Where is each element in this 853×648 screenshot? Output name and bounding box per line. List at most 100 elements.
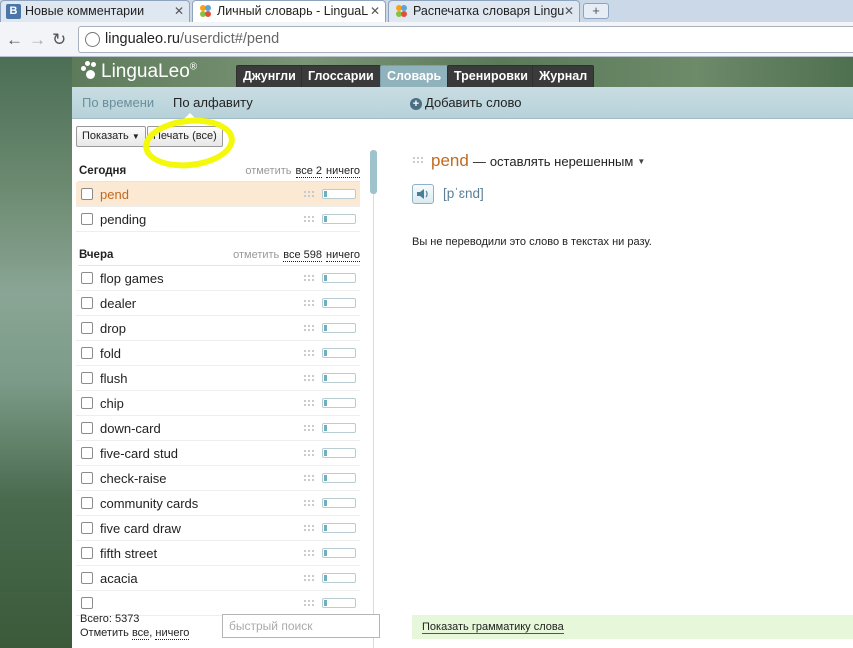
- show-dropdown-button[interactable]: Показать ▼: [76, 126, 146, 147]
- word-checkbox[interactable]: [81, 213, 93, 225]
- close-icon[interactable]: ✕: [174, 4, 184, 18]
- address-bar[interactable]: lingualeo.ru/userdict#/pend: [78, 26, 853, 53]
- word-row[interactable]: check-raise: [76, 466, 360, 491]
- word-label[interactable]: fifth street: [100, 546, 157, 561]
- word-checkbox[interactable]: [81, 397, 93, 409]
- word-label[interactable]: pending: [100, 212, 146, 227]
- total-count: Всего: 5373: [80, 613, 140, 625]
- progress-dots-icon: [303, 449, 315, 457]
- browser-tab-dictionary[interactable]: Личный словарь - LinguaL ✕: [192, 0, 386, 22]
- word-checkbox[interactable]: [81, 188, 93, 200]
- word-row[interactable]: chip: [76, 391, 360, 416]
- word-checkbox[interactable]: [81, 597, 93, 609]
- word-checkbox[interactable]: [81, 472, 93, 484]
- browser-tab-vk[interactable]: В Новые комментарии ✕: [0, 0, 190, 22]
- mark-all-link[interactable]: все 2: [295, 165, 323, 178]
- word-label[interactable]: chip: [100, 396, 124, 411]
- word-checkbox[interactable]: [81, 447, 93, 459]
- group-mark-controls: отметить все 2 ничего: [245, 165, 360, 178]
- progress-dots-icon: [303, 349, 315, 357]
- transcription: [pˈɛnd]: [443, 186, 484, 201]
- scrollbar-thumb[interactable]: [370, 150, 377, 194]
- mark-none-link[interactable]: ничего: [326, 165, 360, 178]
- back-arrow-icon[interactable]: ←: [6, 30, 23, 50]
- word-label[interactable]: drop: [100, 321, 126, 336]
- caret-down-icon[interactable]: ▼: [637, 157, 645, 166]
- progress-dots-icon: [412, 156, 425, 164]
- list-scrollbar[interactable]: [370, 150, 378, 648]
- word-label[interactable]: flop games: [100, 271, 164, 286]
- active-tab-pointer: [184, 113, 196, 119]
- word-row[interactable]: flush: [76, 366, 360, 391]
- word-label[interactable]: five-card stud: [100, 446, 178, 461]
- word-checkbox[interactable]: [81, 547, 93, 559]
- add-word-link[interactable]: + Добавить слово: [410, 95, 522, 110]
- word-label[interactable]: five card draw: [100, 521, 181, 536]
- show-grammar-link[interactable]: Показать грамматику слова: [422, 621, 564, 634]
- quick-search-input[interactable]: [222, 614, 380, 638]
- word-row[interactable]: five card draw: [76, 516, 360, 541]
- word-row[interactable]: community cards: [76, 491, 360, 516]
- new-tab-button[interactable]: +: [583, 3, 609, 19]
- lingualeo-icon: [394, 4, 409, 19]
- word-row[interactable]: five-card stud: [76, 441, 360, 466]
- mark-none-link[interactable]: ничего: [326, 249, 360, 262]
- mark-none-footer-link[interactable]: ничего: [155, 627, 190, 640]
- globe-icon: [85, 32, 100, 47]
- word-checkbox[interactable]: [81, 572, 93, 584]
- paw-icon: [80, 61, 98, 79]
- progress-dots-icon: [303, 499, 315, 507]
- word-row[interactable]: fifth street: [76, 541, 360, 566]
- word-label[interactable]: flush: [100, 371, 127, 386]
- word-row[interactable]: flop games: [76, 266, 360, 291]
- sort-by-alphabet-tab[interactable]: По алфавиту: [173, 95, 253, 110]
- plus-circle-icon: +: [410, 98, 422, 110]
- vk-icon: В: [6, 4, 21, 19]
- word-row[interactable]: drop: [76, 316, 360, 341]
- translation-dropdown[interactable]: оставлять нерешенным: [490, 154, 634, 169]
- word-header: pend — оставлять нерешенным ▼: [412, 151, 645, 171]
- print-all-button[interactable]: Печать (все): [147, 126, 223, 147]
- nav-tab-glossaries[interactable]: Глоссарии: [301, 65, 381, 87]
- nav-tab-journal[interactable]: Журнал: [532, 65, 595, 87]
- word-row[interactable]: dealer: [76, 291, 360, 316]
- word-label[interactable]: acacia: [100, 571, 138, 586]
- learning-progress-bar: [322, 473, 356, 483]
- speaker-icon[interactable]: [412, 184, 434, 204]
- browser-tab-title: Распечатка словаря Lingu: [413, 4, 565, 18]
- nav-tab-trainings[interactable]: Тренировки: [447, 65, 535, 87]
- word-label[interactable]: pend: [100, 187, 129, 202]
- word-checkbox[interactable]: [81, 372, 93, 384]
- sort-by-time-tab[interactable]: По времени: [82, 95, 154, 110]
- word-label[interactable]: check-raise: [100, 471, 166, 486]
- nav-tab-dictionary[interactable]: Словарь: [380, 65, 449, 87]
- word-label[interactable]: dealer: [100, 296, 136, 311]
- forward-arrow-icon[interactable]: →: [29, 30, 46, 50]
- word-checkbox[interactable]: [81, 322, 93, 334]
- word-row[interactable]: pending: [76, 207, 360, 232]
- learning-progress-bar: [322, 214, 356, 224]
- word-row[interactable]: pend: [76, 182, 360, 207]
- subnav-bar: По времени По алфавиту + Добавить слово: [72, 87, 853, 119]
- word-row[interactable]: down-card: [76, 416, 360, 441]
- word-label[interactable]: community cards: [100, 496, 198, 511]
- close-icon[interactable]: ✕: [564, 4, 574, 18]
- close-icon[interactable]: ✕: [370, 4, 380, 18]
- word-checkbox[interactable]: [81, 522, 93, 534]
- word-checkbox[interactable]: [81, 422, 93, 434]
- mark-all-footer-link[interactable]: все: [131, 627, 150, 640]
- word-row[interactable]: fold: [76, 341, 360, 366]
- site-logo[interactable]: LinguaLeo®: [80, 61, 197, 83]
- word-checkbox[interactable]: [81, 347, 93, 359]
- word-row[interactable]: acacia: [76, 566, 360, 591]
- word-checkbox[interactable]: [81, 497, 93, 509]
- word-label[interactable]: down-card: [100, 421, 161, 436]
- caret-down-icon: ▼: [131, 132, 140, 141]
- mark-all-link[interactable]: все 598: [283, 249, 323, 262]
- word-checkbox[interactable]: [81, 297, 93, 309]
- word-checkbox[interactable]: [81, 272, 93, 284]
- nav-tab-jungle[interactable]: Джунгли: [236, 65, 303, 87]
- word-label[interactable]: fold: [100, 346, 121, 361]
- browser-tab-print[interactable]: Распечатка словаря Lingu ✕: [388, 0, 580, 22]
- reload-icon[interactable]: ↻: [52, 30, 66, 50]
